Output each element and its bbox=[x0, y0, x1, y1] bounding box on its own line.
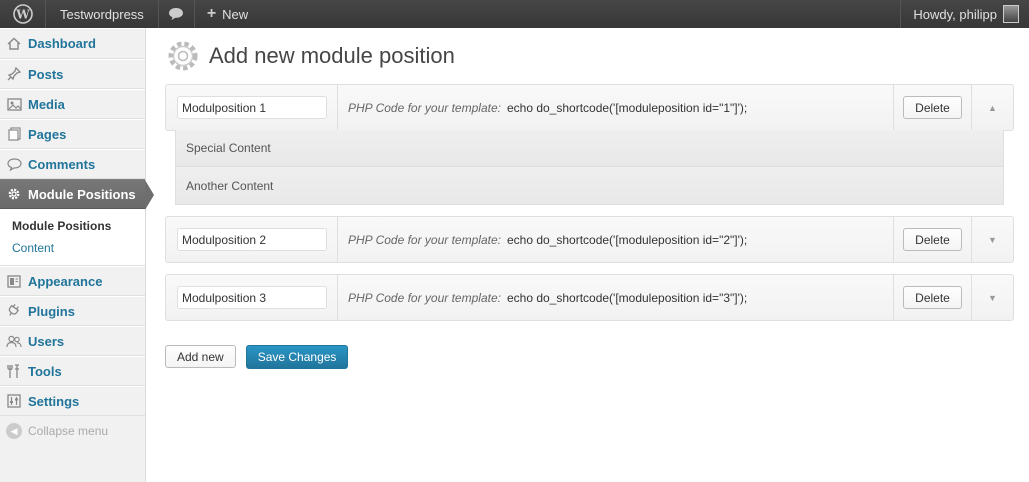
module-code-cell: PHP Code for your template: echo do_shor… bbox=[338, 217, 894, 262]
sidebar-item-label: Users bbox=[28, 333, 65, 349]
sidebar-item-label: Posts bbox=[28, 66, 64, 82]
sidebar-item-label: Dashboard bbox=[28, 36, 96, 51]
submenu-item-content[interactable]: Content bbox=[12, 237, 145, 259]
sidebar-item-posts[interactable]: Posts bbox=[0, 59, 145, 89]
module-content-list: Special Content Another Content bbox=[175, 130, 1004, 205]
submenu-item-module-positions[interactable]: Module Positions bbox=[12, 215, 145, 237]
avatar bbox=[1003, 5, 1019, 23]
php-code-value: echo do_shortcode('[moduleposition id="1… bbox=[506, 100, 748, 115]
plus-icon: + bbox=[206, 5, 217, 22]
sidebar-item-tools[interactable]: Tools bbox=[0, 356, 145, 386]
user-account-menu[interactable]: Howdy, philipp bbox=[900, 0, 1029, 28]
page-header: Add new module position bbox=[165, 38, 455, 74]
php-code-label: PHP Code for your template: bbox=[348, 290, 501, 305]
expand-toggle[interactable]: ▼ bbox=[972, 275, 1013, 320]
module-position-row: PHP Code for your template: echo do_shor… bbox=[165, 84, 1014, 131]
media-icon bbox=[6, 96, 22, 112]
module-code-cell: PHP Code for your template: echo do_shor… bbox=[338, 275, 894, 320]
module-delete-cell: Delete bbox=[894, 217, 972, 262]
php-code-label: PHP Code for your template: bbox=[348, 100, 501, 115]
sidebar-item-comments[interactable]: Comments bbox=[0, 149, 145, 179]
module-code-cell: PHP Code for your template: echo do_shor… bbox=[338, 85, 894, 130]
add-new-button[interactable]: Add new bbox=[165, 345, 236, 368]
collapse-arrow-icon: ◀ bbox=[6, 423, 22, 439]
module-position-row: PHP Code for your template: echo do_shor… bbox=[165, 274, 1014, 321]
module-position-row: PHP Code for your template: echo do_shor… bbox=[165, 216, 1014, 263]
sidebar-item-label: Plugins bbox=[28, 303, 75, 319]
module-name-input[interactable] bbox=[177, 228, 327, 251]
sidebar-item-label: Module Positions bbox=[28, 186, 136, 202]
sidebar-item-label: Settings bbox=[28, 393, 80, 409]
appearance-icon bbox=[6, 273, 22, 289]
sidebar-item-label: Comments bbox=[28, 156, 96, 172]
sidebar-item-label: Appearance bbox=[28, 273, 103, 289]
collapse-menu-label: Collapse menu bbox=[28, 424, 109, 438]
gear-icon bbox=[168, 41, 198, 71]
main-content: Add new module position PHP Code for you… bbox=[147, 28, 1029, 482]
delete-button[interactable]: Delete bbox=[903, 228, 962, 251]
admin-sidebar: Dashboard Posts Media Pages Comments Mod… bbox=[0, 28, 154, 482]
save-changes-button[interactable]: Save Changes bbox=[245, 345, 349, 369]
sidebar-item-pages[interactable]: Pages bbox=[0, 119, 145, 149]
sidebar-item-label: Media bbox=[28, 96, 65, 112]
plugin-icon bbox=[6, 303, 22, 319]
module-name-cell bbox=[166, 217, 338, 262]
sidebar-item-module-positions[interactable]: Module Positions bbox=[0, 179, 154, 210]
php-code-label: PHP Code for your template: bbox=[348, 232, 501, 247]
delete-button[interactable]: Delete bbox=[903, 96, 962, 119]
collapse-menu-button[interactable]: ◀ Collapse menu bbox=[0, 416, 145, 446]
sidebar-item-plugins[interactable]: Plugins bbox=[0, 296, 145, 326]
expand-toggle[interactable]: ▼ bbox=[972, 217, 1013, 262]
home-icon bbox=[6, 36, 22, 52]
sidebar-item-users[interactable]: Users bbox=[0, 326, 145, 356]
svg-text:W: W bbox=[15, 8, 30, 22]
php-code-value: echo do_shortcode('[moduleposition id="3… bbox=[506, 290, 748, 305]
site-name-link[interactable]: Testwordpress bbox=[46, 0, 159, 28]
site-name-label: Testwordpress bbox=[60, 6, 144, 22]
admin-bar: W Testwordpress + New Howdy, philipp bbox=[0, 0, 1029, 28]
module-name-cell bbox=[166, 275, 338, 320]
users-icon bbox=[6, 333, 22, 349]
sidebar-item-label: Tools bbox=[28, 363, 62, 379]
page-title: Add new module position bbox=[209, 43, 455, 68]
howdy-label: Howdy, philipp bbox=[913, 6, 997, 22]
module-name-input[interactable] bbox=[177, 286, 327, 309]
triangle-up-icon: ▲ bbox=[988, 102, 997, 113]
collapse-toggle[interactable]: ▲ bbox=[972, 85, 1013, 130]
comment-icon bbox=[6, 156, 22, 172]
pages-icon bbox=[6, 126, 22, 142]
wordpress-logo-icon[interactable]: W bbox=[0, 0, 46, 28]
list-item[interactable]: Another Content bbox=[176, 167, 1003, 204]
pin-icon bbox=[6, 66, 22, 82]
new-label: New bbox=[222, 6, 249, 22]
list-item[interactable]: Special Content bbox=[176, 130, 1003, 167]
php-code-value: echo do_shortcode('[moduleposition id="2… bbox=[506, 232, 748, 247]
module-name-cell bbox=[166, 85, 338, 130]
gear-icon bbox=[6, 186, 22, 202]
sidebar-item-dashboard[interactable]: Dashboard bbox=[0, 28, 145, 59]
sidebar-item-appearance[interactable]: Appearance bbox=[0, 266, 145, 296]
admin-bar-spacer bbox=[260, 0, 900, 28]
tools-icon bbox=[6, 363, 22, 379]
settings-icon bbox=[6, 393, 22, 409]
module-name-input[interactable] bbox=[177, 96, 327, 119]
sidebar-item-settings[interactable]: Settings bbox=[0, 386, 145, 416]
module-delete-cell: Delete bbox=[894, 85, 972, 130]
sidebar-item-label: Pages bbox=[28, 126, 67, 142]
sidebar-item-media[interactable]: Media bbox=[0, 89, 145, 119]
comments-link[interactable] bbox=[159, 0, 195, 28]
module-delete-cell: Delete bbox=[894, 275, 972, 320]
delete-button[interactable]: Delete bbox=[903, 286, 962, 309]
triangle-down-icon: ▼ bbox=[988, 234, 997, 245]
form-actions: Add new Save Changes bbox=[165, 345, 349, 369]
submenu-module-positions: Module Positions Content bbox=[0, 209, 145, 266]
speech-bubble-icon bbox=[169, 8, 184, 20]
triangle-down-icon: ▼ bbox=[988, 292, 997, 303]
new-content-menu[interactable]: + New bbox=[195, 0, 260, 28]
